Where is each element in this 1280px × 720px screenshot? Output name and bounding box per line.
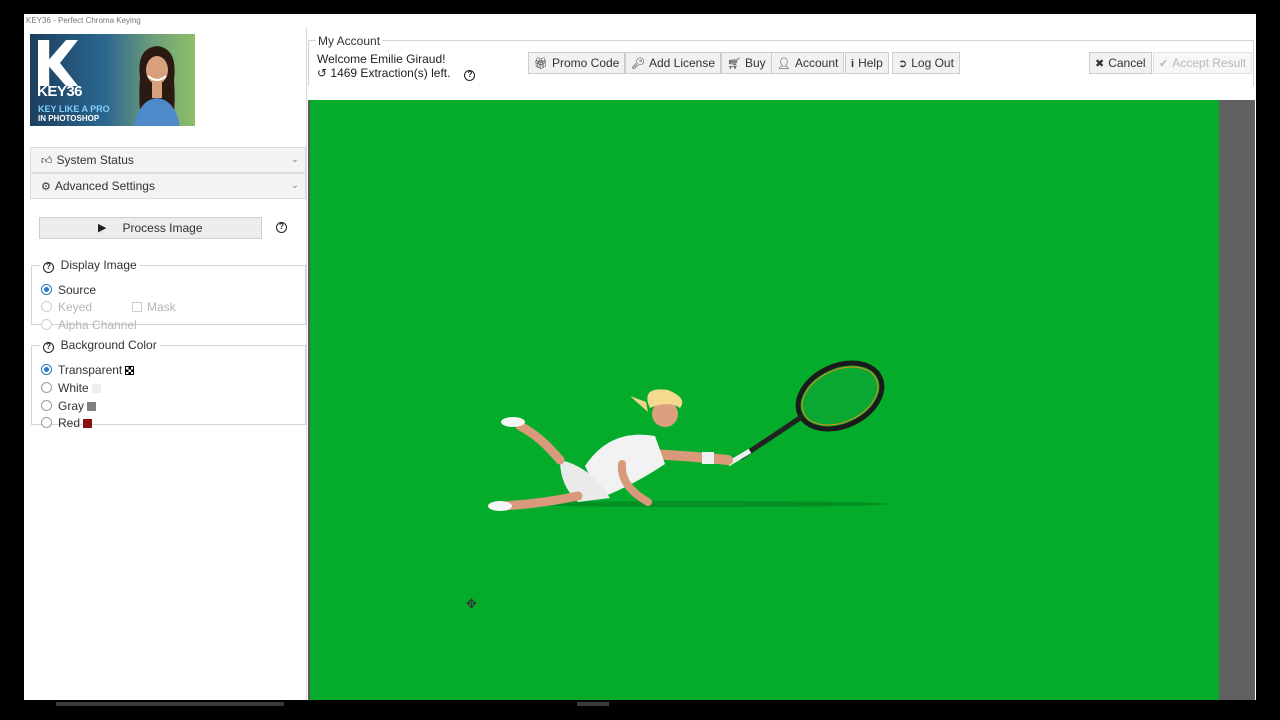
- checkbox-label: Mask: [147, 300, 176, 314]
- display-alpha-option[interactable]: Alpha Channel: [41, 317, 137, 333]
- radio-button[interactable]: [41, 319, 52, 330]
- promo-code-button[interactable]: 🎁︎ Promo Code: [528, 52, 626, 74]
- main-area: My Account Welcome Emilie Giraud! ↺ 1469…: [308, 28, 1256, 704]
- bg-gray-option[interactable]: Gray: [41, 398, 97, 414]
- display-image-help-icon[interactable]: ?: [43, 262, 54, 273]
- bg-transparent-option[interactable]: Transparent: [41, 362, 135, 378]
- display-image-title: Display Image: [60, 258, 137, 272]
- play-icon: ▶: [98, 222, 107, 234]
- move-cursor-icon: ✥: [466, 596, 477, 611]
- app-window: KEY36 - Perfect Chroma Keying KEY36 KEY …: [24, 14, 1256, 704]
- extractions-text: 1469 Extraction(s) left.: [330, 66, 451, 80]
- account-label: Account: [794, 56, 839, 70]
- chevron-down-icon: ⌄: [290, 180, 299, 191]
- cart-icon: 🛒︎: [727, 58, 741, 70]
- canvas-gutter: [1219, 100, 1255, 704]
- radio-button[interactable]: [41, 382, 52, 393]
- taskbar-item[interactable]: [56, 702, 284, 706]
- promo-code-label: Promo Code: [551, 56, 620, 70]
- process-image-label: Process Image: [122, 221, 203, 235]
- background-color-help-icon[interactable]: ?: [43, 342, 54, 353]
- user-icon: 👤︎: [777, 58, 791, 70]
- help-label: Help: [858, 56, 883, 70]
- accept-result-label: Accept Result: [1172, 56, 1247, 70]
- white-swatch: [91, 384, 101, 393]
- k-logo-mark: [38, 40, 78, 86]
- process-help-icon[interactable]: ?: [276, 222, 287, 233]
- accept-result-button[interactable]: ✔ Accept Result: [1153, 52, 1253, 74]
- welcome-text: Welcome Emilie Giraud!: [317, 52, 446, 66]
- logo-tagline-2: IN PHOTOSHOP: [38, 114, 100, 123]
- radio-button[interactable]: [41, 301, 52, 312]
- window-title: KEY36 - Perfect Chroma Keying: [26, 16, 141, 25]
- cancel-button[interactable]: ✖ Cancel: [1089, 52, 1152, 74]
- checkbox[interactable]: [132, 302, 142, 312]
- red-swatch: [83, 419, 93, 428]
- radio-button[interactable]: [41, 364, 52, 375]
- log-out-label: Log Out: [911, 56, 954, 70]
- option-label: Red: [58, 416, 81, 430]
- background-color-title: Background Color: [60, 338, 157, 352]
- tennis-player-image: [488, 360, 890, 511]
- cancel-label: Cancel: [1108, 56, 1146, 70]
- gift-icon: 🎁︎: [534, 58, 548, 70]
- display-keyed-option[interactable]: Keyed: [41, 299, 92, 315]
- info-icon: i: [851, 58, 855, 70]
- check-icon: ✔: [1159, 58, 1169, 70]
- add-license-button[interactable]: 🔑︎ Add License: [625, 52, 722, 74]
- logout-icon: ➲: [898, 58, 908, 70]
- mask-checkbox[interactable]: Mask: [132, 299, 176, 315]
- account-button[interactable]: 👤︎ Account: [771, 52, 845, 74]
- background-color-group: ? Background Color Transparent White Gra…: [31, 338, 306, 430]
- gray-swatch: [87, 402, 97, 411]
- help-button[interactable]: i Help: [845, 52, 889, 74]
- system-status-accordion[interactable]: 👍︎ System Status ⌄: [30, 147, 306, 173]
- gear-icon: ⚙: [41, 181, 51, 193]
- advanced-settings-accordion[interactable]: ⚙ Advanced Settings ⌄: [30, 173, 306, 199]
- radio-button[interactable]: [41, 417, 52, 428]
- buy-label: Buy: [744, 56, 766, 70]
- option-label: Transparent: [58, 363, 123, 377]
- taskbar-item[interactable]: [577, 702, 609, 706]
- extractions-left: ↺ 1469 Extraction(s) left.?: [317, 66, 476, 81]
- process-image-button[interactable]: ▶ Process Image: [39, 217, 262, 239]
- logo-brand: KEY36: [37, 83, 83, 100]
- chevron-down-icon: ⌄: [290, 154, 299, 165]
- display-source-option[interactable]: Source: [41, 282, 96, 298]
- logo-portrait-image: [134, 46, 180, 126]
- radio-button[interactable]: [41, 284, 52, 295]
- option-label: Keyed: [58, 300, 93, 314]
- bg-white-option[interactable]: White: [41, 380, 101, 396]
- thumbs-up-icon: 👍︎: [41, 155, 53, 167]
- system-status-label: System Status: [56, 153, 134, 167]
- key-icon: 🔑︎: [631, 58, 645, 70]
- image-canvas[interactable]: ✥: [308, 100, 1219, 704]
- log-out-button[interactable]: ➲ Log Out: [892, 52, 960, 74]
- add-license-label: Add License: [648, 56, 716, 70]
- option-label: White: [58, 381, 89, 395]
- close-icon: ✖: [1095, 58, 1105, 70]
- left-panel: KEY36 KEY LIKE A PRO IN PHOTOSHOP 👍︎ Syst…: [24, 28, 307, 700]
- key36-logo: KEY36 KEY LIKE A PRO IN PHOTOSHOP: [30, 34, 195, 126]
- buy-button[interactable]: 🛒︎ Buy: [721, 52, 772, 74]
- extractions-help-icon[interactable]: ?: [464, 70, 476, 81]
- display-image-group: ? Display Image Source Keyed Mask Alpha …: [31, 258, 306, 332]
- account-title: My Account: [316, 34, 383, 48]
- option-label: Source: [58, 283, 97, 297]
- advanced-settings-label: Advanced Settings: [54, 179, 155, 193]
- radio-button[interactable]: [41, 400, 52, 411]
- option-label: Gray: [58, 399, 85, 413]
- logo-tagline-1: KEY LIKE A PRO: [38, 104, 110, 114]
- option-label: Alpha Channel: [58, 318, 137, 332]
- refresh-icon[interactable]: ↺: [317, 66, 327, 80]
- bg-red-option[interactable]: Red: [41, 415, 93, 431]
- checker-swatch: [125, 366, 135, 375]
